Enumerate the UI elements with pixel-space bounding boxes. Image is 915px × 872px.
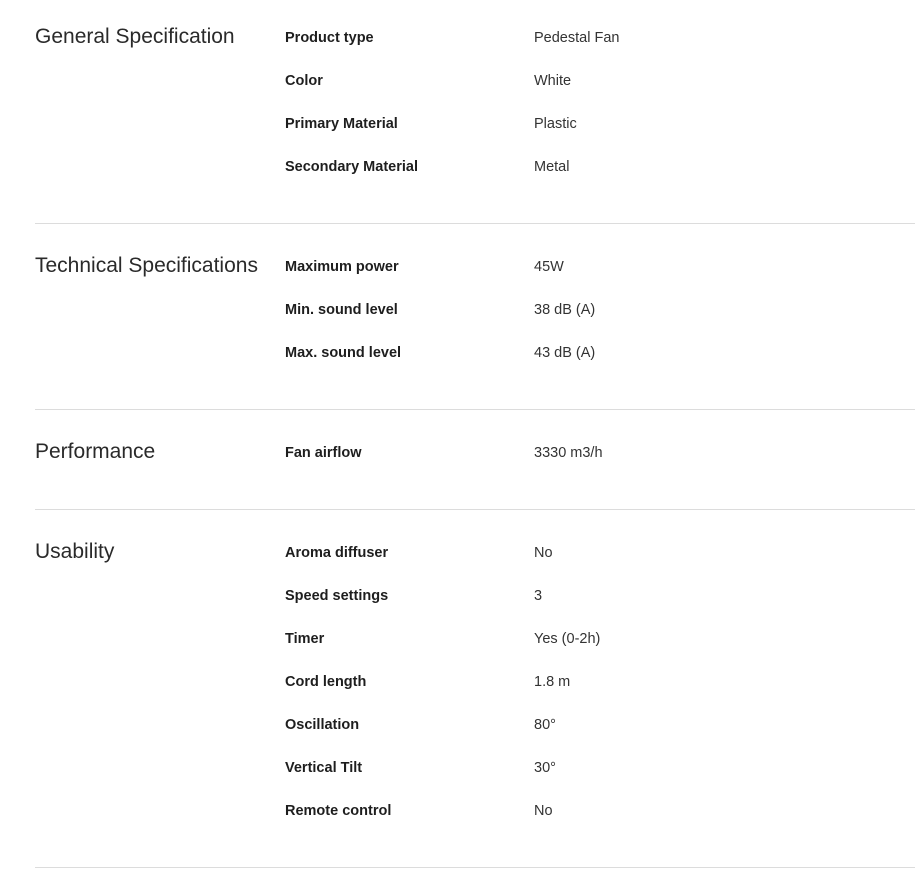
spec-row: Oscillation 80°	[285, 718, 915, 761]
spec-row: Aroma diffuser No	[285, 546, 915, 589]
spec-row: Timer Yes (0-2h)	[285, 632, 915, 675]
spec-label: Vertical Tilt	[285, 760, 363, 776]
spec-value: 1.8 m	[534, 674, 571, 690]
spec-row: Maximum power 45W	[285, 260, 915, 303]
spec-row: Speed settings 3	[285, 589, 915, 632]
spec-label: Product type	[285, 30, 374, 46]
spec-value: No	[534, 545, 553, 561]
spec-row: Vertical Tilt 30°	[285, 761, 915, 804]
spec-value: No	[534, 803, 553, 819]
spec-label: Max. sound level	[285, 345, 402, 361]
spec-label: Min. sound level	[285, 302, 398, 318]
spec-label: Color	[285, 73, 323, 89]
spec-label: Fan airflow	[285, 445, 362, 461]
spec-row: Color White	[285, 74, 915, 117]
spec-row: Primary Material Plastic	[285, 117, 915, 160]
spec-value: 3	[534, 588, 543, 604]
spec-rows: Product type Pedestal Fan Color White Pr…	[285, 31, 915, 203]
spec-label: Timer	[285, 631, 325, 647]
spec-value: Metal	[534, 159, 570, 175]
section-title: Technical Specifications	[35, 254, 258, 277]
spec-row: Fan airflow 3330 m3/h	[285, 446, 915, 489]
spec-row: Min. sound level 38 dB (A)	[285, 303, 915, 346]
spec-section-technical: Technical Specifications Maximum power 4…	[35, 224, 915, 410]
spec-section-usability: Usability Aroma diffuser No Speed settin…	[35, 510, 915, 868]
spec-value: Yes (0-2h)	[534, 631, 601, 647]
spec-row: Product type Pedestal Fan	[285, 31, 915, 74]
spec-value: 45W	[534, 259, 564, 275]
spec-section-general: General Specification Product type Pedes…	[35, 0, 915, 224]
section-title: Usability	[35, 540, 115, 563]
specifications-list: General Specification Product type Pedes…	[0, 0, 915, 872]
spec-value: 38 dB (A)	[534, 302, 596, 318]
spec-value: 43 dB (A)	[534, 345, 596, 361]
spec-value: 30°	[534, 760, 556, 776]
spec-label: Speed settings	[285, 588, 389, 604]
spec-rows: Maximum power 45W Min. sound level 38 dB…	[285, 260, 915, 389]
spec-label: Cord length	[285, 674, 367, 690]
spec-label: Primary Material	[285, 116, 398, 132]
section-title: General Specification	[35, 25, 235, 48]
spec-value: White	[534, 73, 572, 89]
spec-value: 80°	[534, 717, 556, 733]
spec-label: Secondary Material	[285, 159, 418, 175]
spec-row: Max. sound level 43 dB (A)	[285, 346, 915, 389]
spec-value: Plastic	[534, 116, 577, 132]
spec-rows: Fan airflow 3330 m3/h	[285, 446, 915, 489]
spec-value: Pedestal Fan	[534, 30, 620, 46]
spec-rows: Aroma diffuser No Speed settings 3 Timer…	[285, 546, 915, 847]
spec-label: Remote control	[285, 803, 392, 819]
spec-row: Cord length 1.8 m	[285, 675, 915, 718]
spec-label: Maximum power	[285, 259, 399, 275]
spec-section-performance: Performance Fan airflow 3330 m3/h	[35, 410, 915, 510]
spec-row: Secondary Material Metal	[285, 160, 915, 203]
spec-row: Remote control No	[285, 804, 915, 847]
spec-label: Aroma diffuser	[285, 545, 389, 561]
section-title: Performance	[35, 440, 156, 463]
spec-value: 3330 m3/h	[534, 445, 603, 461]
spec-label: Oscillation	[285, 717, 360, 733]
